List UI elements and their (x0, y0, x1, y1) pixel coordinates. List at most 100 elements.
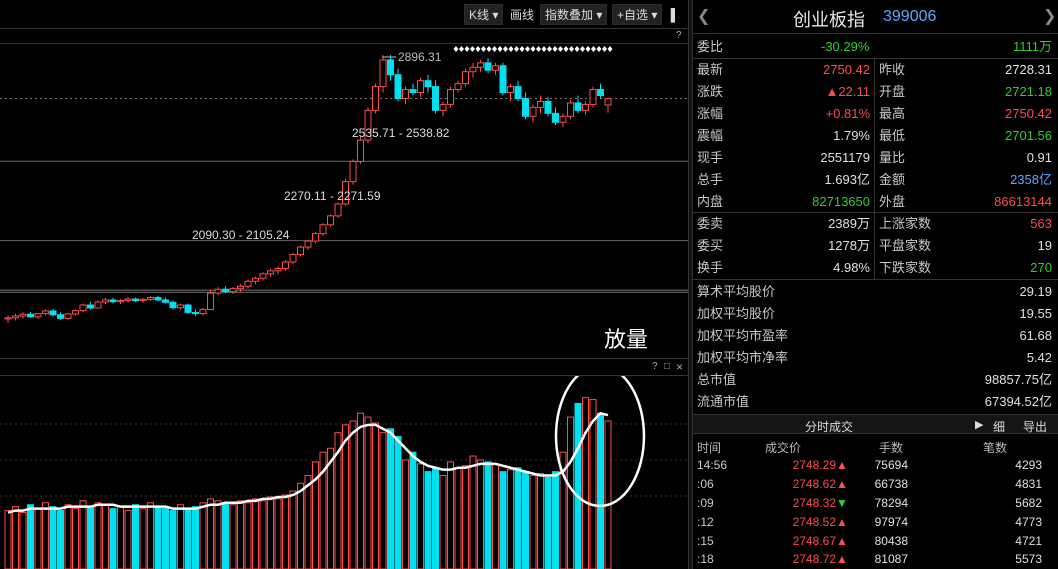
index-overlay-dropdown[interactable]: 指数叠加 ▾ (540, 4, 608, 25)
candle-body (469, 66, 477, 73)
stat-value: 19.55 (1019, 306, 1052, 321)
signal-marker (574, 46, 580, 52)
index-name: 创业板指 (793, 10, 865, 30)
latest-label: 最新 (697, 62, 724, 77)
change-value: ▲22.11 (825, 84, 870, 99)
signal-marker (580, 46, 585, 52)
maximize-icon[interactable]: □ (664, 361, 670, 372)
play-icon[interactable]: ▶ (975, 418, 983, 431)
kline-header-bar: ? (0, 28, 688, 44)
candle-body (117, 300, 124, 303)
candle-body (154, 297, 162, 301)
amp-value: 1.79% (833, 128, 870, 143)
tick-count: 5682 (1015, 496, 1042, 510)
detail-button[interactable]: 细 (993, 418, 1005, 435)
volume-annotation: 放量 (604, 328, 649, 353)
candle-body (304, 240, 312, 248)
watchlist-dropdown[interactable]: +自选 ▾ (612, 4, 663, 25)
signal-marker (596, 46, 602, 52)
close-icon[interactable]: × (676, 360, 683, 374)
quote-row-sell: 委卖 2389万 上涨家数 563 (693, 213, 1058, 235)
volume-bar (439, 475, 447, 569)
candle-body (49, 310, 57, 316)
tick-price: 2748.32 (792, 496, 836, 510)
quote-row-totalhand: 总手 1.693亿 金额 2358亿 (693, 169, 1058, 191)
volume-bar (199, 502, 207, 569)
draw-line-label: 画线 (510, 8, 535, 22)
volume-bar (109, 508, 117, 569)
signal-marker (602, 46, 607, 52)
tick-count: 4293 (1015, 458, 1042, 472)
collapse-panel-icon[interactable]: ▌ (666, 4, 684, 25)
volume-bar (574, 402, 582, 569)
tick-price: 2748.29 (792, 458, 836, 472)
signal-marker (569, 46, 574, 52)
stat-row: 总市值 98857.75亿 (693, 369, 1058, 391)
signal-marker (514, 46, 519, 52)
volume-bar (544, 476, 552, 569)
candle-body (357, 139, 364, 162)
quote-row-buy: 委买 1278万 平盘家数 19 (693, 235, 1058, 257)
tick-hands: 97974 (874, 515, 908, 529)
export-button[interactable]: 导出 (1023, 418, 1047, 435)
signal-marker (497, 46, 503, 52)
signal-marker (547, 46, 552, 52)
tick-time: :06 (697, 477, 714, 491)
candle-body (274, 267, 282, 272)
turnover-value: 4.98% (833, 260, 870, 275)
volume-bar (357, 412, 364, 569)
candle-body (462, 71, 469, 85)
volume-bar (604, 420, 612, 569)
candle-body (417, 80, 424, 94)
volume-bar (184, 508, 192, 569)
candle-body (237, 285, 244, 290)
volume-bar (139, 508, 147, 569)
volume-bar (132, 504, 139, 569)
quote-row-pct: 涨幅 +0.81% 最高 2750.42 (693, 103, 1058, 125)
candlestick-chart[interactable]: 2896.31 2535.71 - 2538.82 2270.11 - 2271.5… (0, 45, 688, 357)
tick-row: 14:56 2748.29 ▲ 75694 4293 (693, 456, 1058, 475)
tick-hands: 80438 (874, 534, 908, 548)
candle-body (222, 288, 229, 293)
candle-body (319, 224, 327, 235)
volume-bar (229, 504, 237, 569)
downcount-label: 下跌家数 (879, 260, 932, 275)
volume-bar (402, 459, 409, 569)
inner-label: 内盘 (697, 194, 724, 209)
help-icon[interactable]: ? (652, 361, 658, 372)
volume-bar (282, 494, 289, 569)
candle-body (507, 86, 514, 94)
buy-label: 委买 (697, 238, 724, 253)
zone-label: 2535.71 - 2538.82 (352, 126, 450, 140)
candle-body (424, 80, 432, 88)
help-icon[interactable]: ? (676, 30, 682, 41)
signal-marker (453, 46, 459, 52)
volume-bar (379, 432, 387, 569)
inner-value: 82713650 (812, 194, 870, 209)
prev-icon[interactable]: ❮ (697, 6, 710, 26)
stat-label: 总市值 (697, 372, 737, 387)
candle-body (177, 304, 184, 309)
next-icon[interactable]: ❯ (1043, 6, 1056, 26)
quote-panel: ❮ 创业板指 399006 ❯ 委比 -30.29% 1111万 最新 2750… (693, 0, 1058, 569)
volume-chart[interactable] (0, 376, 688, 569)
tick-time: :18 (697, 552, 714, 566)
high-label: 最高 (879, 106, 906, 121)
volume-bar (64, 504, 72, 569)
signal-marker (552, 46, 558, 52)
stat-row: 加权平均股价 19.55 (693, 303, 1058, 325)
draw-line-button[interactable]: 画线 (505, 4, 539, 25)
volume-bar (177, 504, 184, 569)
candle-body (574, 102, 582, 111)
stat-value: 29.19 (1019, 284, 1052, 299)
candle-body (87, 304, 94, 309)
upcount-value: 563 (1030, 216, 1052, 231)
latest-value: 2750.42 (823, 62, 870, 77)
candle-body (552, 112, 559, 123)
open-value: 2721.18 (1005, 84, 1052, 99)
signal-marker (519, 46, 525, 52)
candle-body (492, 65, 499, 71)
tick-time: :15 (697, 534, 714, 548)
tick-row: :18 2748.72 ▲ 81087 5573 (693, 550, 1058, 569)
kline-dropdown[interactable]: K线 ▾ (464, 4, 504, 25)
